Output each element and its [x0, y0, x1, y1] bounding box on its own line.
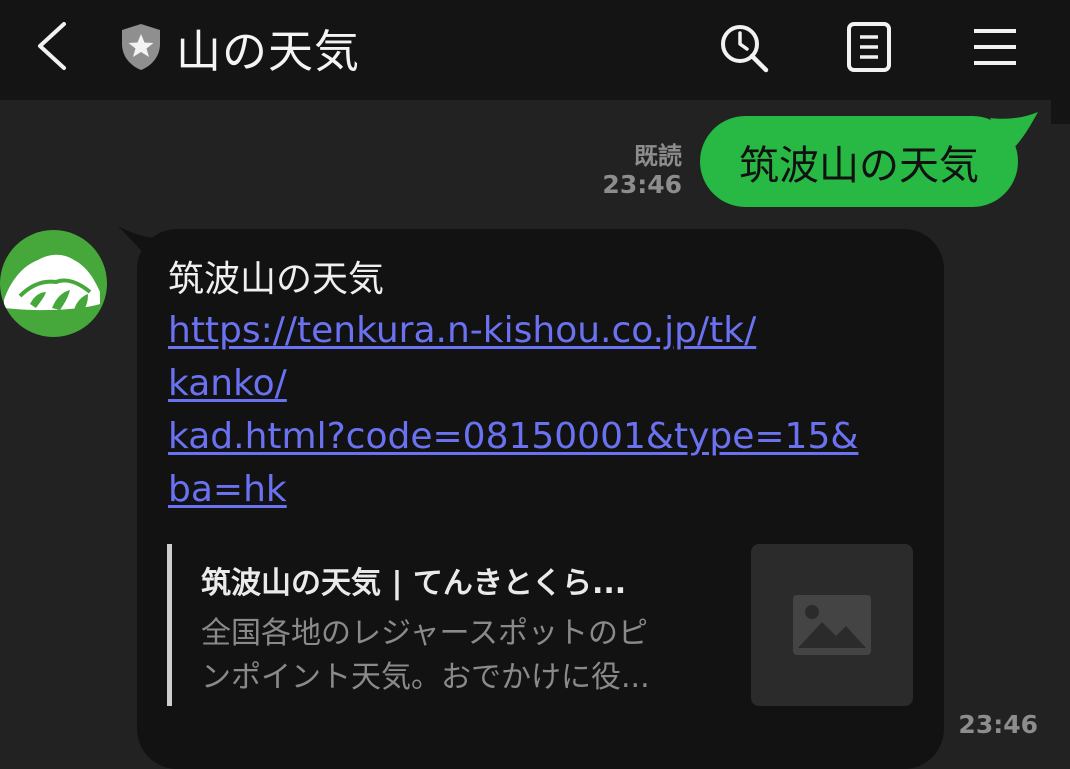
- link-preview-card[interactable]: 筑波山の天気 | てんきとくら... 全国各地のレジャースポットのピ ンポイント…: [167, 544, 917, 706]
- outgoing-timestamp: 23:46: [602, 170, 682, 199]
- incoming-timestamp: 23:46: [958, 710, 1038, 739]
- outgoing-message-bubble[interactable]: 筑波山の天気: [700, 116, 1018, 207]
- menu-icon[interactable]: [966, 18, 1024, 76]
- link-line: kanko/: [168, 363, 287, 404]
- incoming-message-text: 筑波山の天気: [168, 259, 385, 300]
- link-line: kad.html?code=08150001&type=15&: [168, 416, 859, 457]
- link-line: https://tenkura.n-kishou.co.jp/tk/: [168, 310, 757, 351]
- preview-description: 全国各地のレジャースポットのピ ンポイント天気。おでかけに役...: [201, 612, 721, 700]
- back-icon[interactable]: [30, 20, 76, 72]
- image-placeholder-icon: [793, 595, 871, 655]
- preview-accent-bar: [167, 544, 172, 706]
- shield-star-icon: [122, 24, 160, 70]
- avatar[interactable]: [0, 230, 107, 337]
- mountain-logo-icon: [4, 254, 100, 312]
- scroll-edge: [1051, 100, 1070, 124]
- preview-desc-line: 全国各地のレジャースポットのピ: [201, 616, 648, 651]
- search-icon[interactable]: [714, 18, 772, 76]
- preview-title: 筑波山の天気 | てんきとくら...: [201, 566, 627, 601]
- read-status: 既読: [634, 142, 682, 170]
- link-line: ba=hk: [168, 469, 287, 510]
- chat-title: 山の天気: [176, 24, 361, 78]
- notes-icon[interactable]: [840, 18, 898, 76]
- message-link[interactable]: https://tenkura.n-kishou.co.jp/tk/ kanko…: [168, 304, 928, 516]
- preview-desc-line: ンポイント天気。おでかけに役...: [201, 660, 650, 695]
- preview-thumbnail: [751, 544, 913, 706]
- chat-header: 山の天気: [0, 0, 1070, 100]
- chat-title-area[interactable]: 山の天気: [118, 17, 361, 78]
